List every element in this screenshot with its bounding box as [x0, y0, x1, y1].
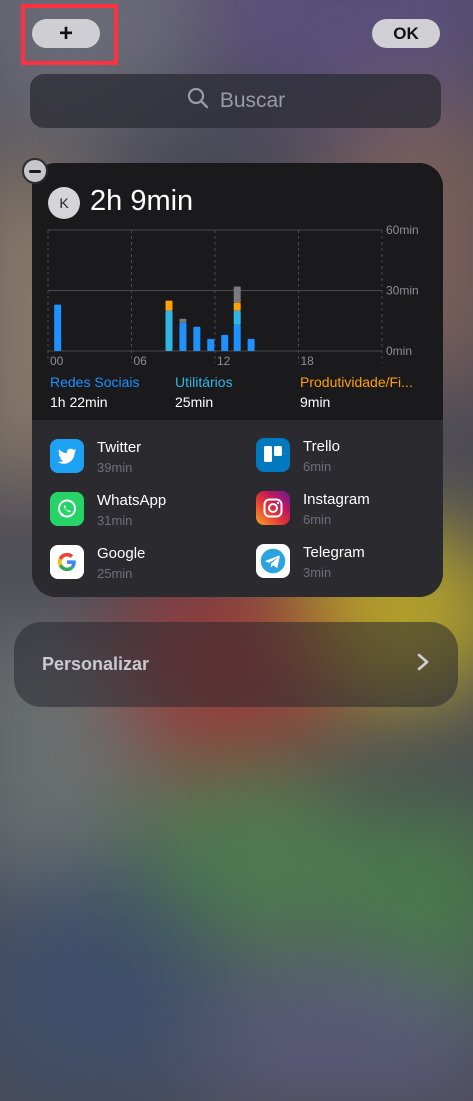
category-time: 9min [300, 394, 331, 410]
chart-bar-social [207, 338, 215, 351]
chart-bar-productivity [165, 300, 173, 311]
y-tick-label: 60min [386, 223, 419, 237]
app-time: 6min [303, 459, 332, 474]
y-tick-label: 0min [386, 344, 412, 358]
app-item-google[interactable]: Google 25min [50, 545, 145, 581]
twitter-icon [50, 439, 84, 473]
customize-button[interactable]: Personalizar [14, 622, 458, 707]
chart-bar-productivity [233, 302, 241, 311]
chart-bar-utilities [165, 310, 173, 351]
y-tick-label: 30min [386, 284, 419, 298]
category-name: Redes Sociais [50, 374, 140, 390]
highlight-annotation [21, 4, 118, 65]
chart-bar-social [54, 304, 62, 351]
screen-time-widget[interactable]: K 2h 9min 60min 30min 0min 00 06 12 18 Redes S… [32, 163, 443, 597]
x-tick-label: 12 [217, 354, 231, 368]
category-time: 1h 22min [50, 394, 108, 410]
telegram-icon [256, 544, 290, 578]
trello-icon [256, 438, 290, 472]
category-time: 25min [175, 394, 214, 410]
category-name: Utilitários [175, 374, 233, 390]
x-tick-label: 18 [301, 354, 315, 368]
chart-bar-social [193, 326, 201, 351]
app-item-twitter[interactable]: Twitter 39min [50, 439, 141, 475]
customize-label: Personalizar [42, 654, 150, 674]
app-name: WhatsApp [97, 492, 167, 509]
app-item-instagram[interactable]: Instagram 6min [256, 491, 370, 527]
usage-chart: 60min 30min 0min 00 06 12 18 [47, 223, 419, 368]
search-icon [186, 86, 210, 116]
chart-bar-social [247, 338, 255, 351]
category-utilities: Utilitários 25min [175, 374, 285, 410]
chart-bar-social [221, 334, 229, 351]
app-name: Twitter [97, 439, 142, 456]
chart-bar-other [233, 286, 241, 303]
app-name: Trello [303, 438, 340, 455]
category-productivity: Produtividade/Fi... 9min [300, 374, 430, 410]
instagram-icon [256, 491, 290, 525]
app-name: Instagram [303, 491, 370, 508]
remove-widget-button[interactable] [22, 158, 48, 184]
whatsapp-icon [50, 492, 84, 526]
search-bar[interactable]: Buscar [30, 74, 441, 128]
app-time: 31min [97, 513, 133, 528]
chart-bar-social [179, 322, 187, 351]
app-time: 39min [97, 460, 133, 475]
search-placeholder: Buscar [219, 89, 286, 112]
app-name: Telegram [303, 544, 365, 561]
category-name: Produtividade/Fi... [300, 374, 413, 390]
ok-button[interactable]: OK [372, 19, 440, 48]
app-name: Google [97, 545, 146, 562]
chevron-right-icon [416, 652, 430, 678]
chart-bar-utilities [233, 310, 241, 325]
x-tick-label: 00 [50, 354, 64, 368]
app-time: 3min [303, 565, 332, 580]
chart-bar-other [179, 318, 187, 323]
category-social: Redes Sociais 1h 22min [50, 374, 165, 410]
chart-bar-social [233, 324, 241, 351]
x-tick-label: 06 [134, 354, 148, 368]
app-time: 25min [97, 566, 133, 581]
app-item-telegram[interactable]: Telegram 3min [256, 544, 365, 580]
google-icon [50, 545, 84, 579]
app-item-whatsapp[interactable]: WhatsApp 31min [50, 492, 166, 528]
minus-icon [29, 169, 41, 173]
app-item-trello[interactable]: Trello 6min [256, 438, 340, 474]
app-time: 6min [303, 512, 332, 527]
